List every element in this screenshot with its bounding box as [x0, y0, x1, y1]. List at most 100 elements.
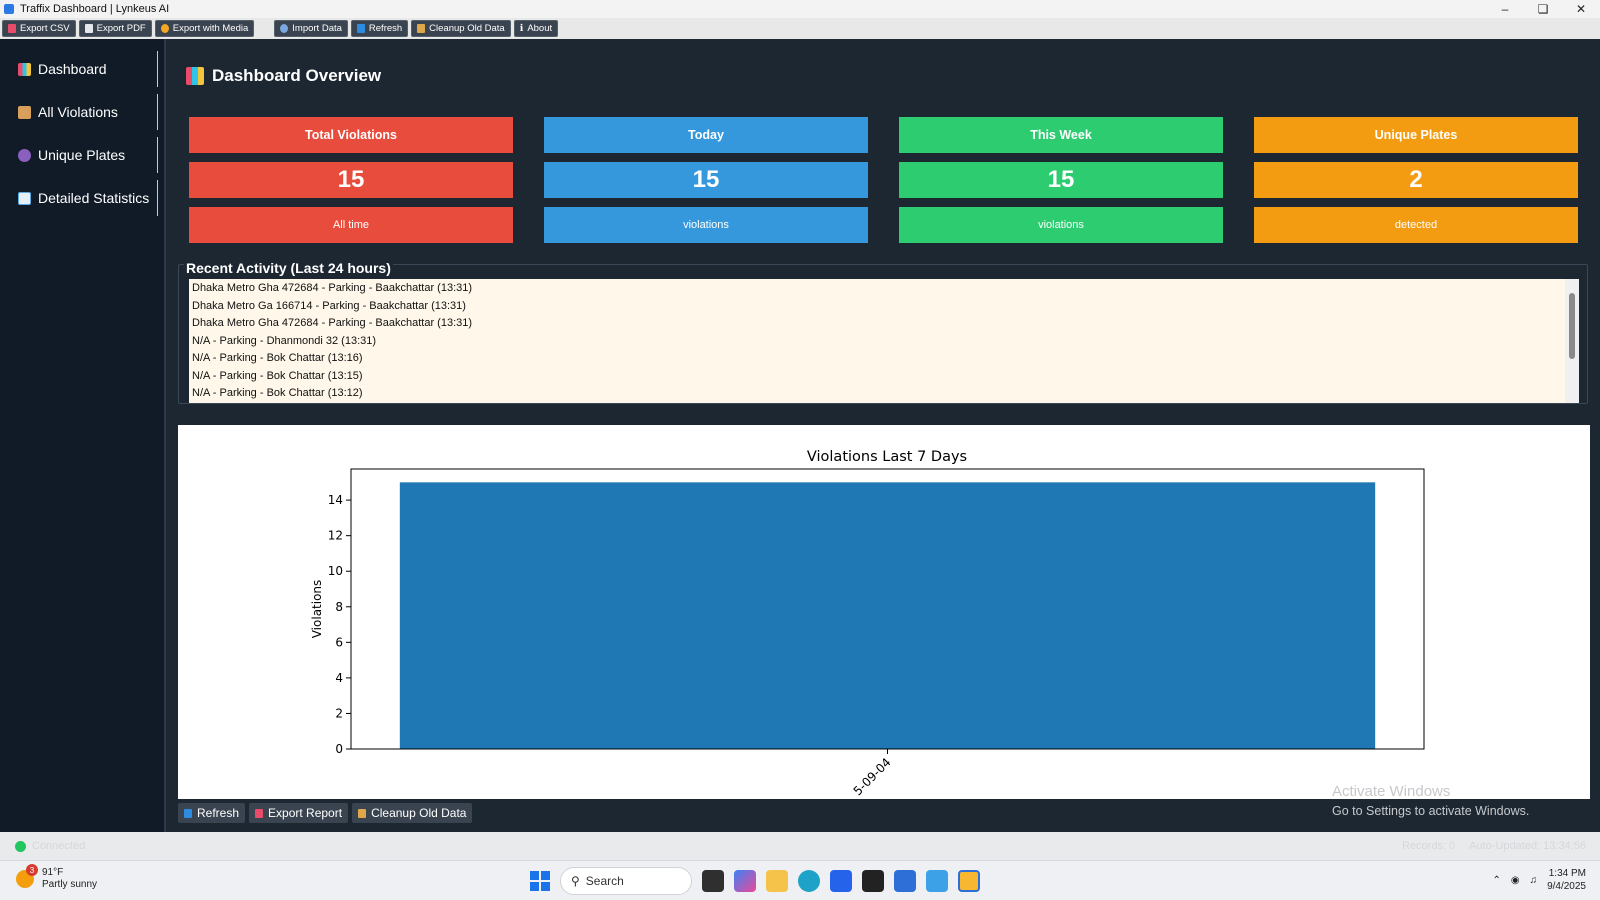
- import-icon: [280, 24, 289, 33]
- status-right: Records: 0 Auto-Updated: 13:34:56: [1402, 840, 1586, 852]
- cleanup-button[interactable]: Cleanup Old Data: [352, 803, 473, 823]
- y-axis-label: Violations: [310, 580, 324, 639]
- refresh-icon: [184, 808, 192, 818]
- y-tick-label: 12: [328, 529, 343, 543]
- sidebar-item-detailed-statistics[interactable]: Detailed Statistics: [10, 180, 158, 216]
- export-csv-label: Export CSV: [20, 23, 70, 34]
- windows-start-icon[interactable]: [530, 871, 550, 891]
- y-tick-label: 4: [335, 671, 343, 685]
- task-view-icon[interactable]: [702, 870, 724, 892]
- main-toolbar: Export CSV Export PDF Export with Media …: [0, 18, 1600, 39]
- cleanup-button[interactable]: Cleanup Old Data: [411, 20, 511, 37]
- weather-text: 91°F Partly sunny: [42, 867, 97, 891]
- list-item[interactable]: Dhaka Metro Gha 472684 - Parking - Baakc…: [192, 315, 1562, 333]
- export-media-button[interactable]: Export with Media: [154, 20, 255, 37]
- activate-windows-hint: Go to Settings to activate Windows.: [1332, 804, 1530, 818]
- card-subtitle: violations: [899, 207, 1223, 243]
- copilot-icon[interactable]: [734, 870, 756, 892]
- minimize-icon[interactable]: –: [1486, 0, 1524, 18]
- activity-scrollbar[interactable]: [1565, 279, 1579, 403]
- page-title-text: Dashboard Overview: [212, 66, 382, 85]
- close-icon[interactable]: ✕: [1562, 0, 1600, 18]
- taskbar: 3 91°F Partly sunny ⚲ Search ⌃ ◉ ♫ 1:34 …: [0, 860, 1600, 900]
- sidebar-item-label: Dashboard: [38, 61, 107, 77]
- y-tick-label: 6: [335, 635, 343, 649]
- info-icon: ℹ: [519, 23, 524, 34]
- card-unique-plates: Unique Plates 2 detected: [1254, 117, 1578, 252]
- sun-icon: 3: [16, 864, 38, 888]
- card-today: Today 15 violations: [544, 117, 868, 252]
- sidebar-item-unique-plates[interactable]: Unique Plates: [10, 137, 158, 173]
- network-icon[interactable]: ◉: [1511, 875, 1520, 886]
- import-data-button[interactable]: Import Data: [274, 20, 348, 37]
- maximize-icon[interactable]: ❏: [1524, 0, 1562, 18]
- clock-date: 9/4/2025: [1547, 881, 1586, 892]
- list-item[interactable]: N/A - Parking - Bok Chattar (13:16): [192, 350, 1562, 368]
- last-updated: Auto-Updated: 13:34:56: [1469, 840, 1586, 852]
- card-value: 15: [544, 162, 868, 198]
- y-tick-label: 2: [335, 706, 343, 720]
- list-item[interactable]: N/A - Parking - Dhanmondi 32 (13:31): [192, 333, 1562, 351]
- card-label: Unique Plates: [1254, 117, 1578, 153]
- broom-icon: [417, 24, 426, 33]
- search-icon: ⚲: [571, 874, 580, 888]
- notepad-icon[interactable]: [894, 870, 916, 892]
- remote-desktop-icon[interactable]: [926, 870, 948, 892]
- sidebar-item-all-violations[interactable]: All Violations: [10, 94, 158, 130]
- x-tick-label: 5-09-04: [851, 755, 894, 798]
- list-item[interactable]: Dhaka Metro Gha 472684 - Parking - Baakc…: [192, 280, 1562, 298]
- taskbar-apps: ⚲ Search: [530, 867, 980, 895]
- chart-icon: [18, 191, 31, 205]
- sidebar: Dashboard All Violations Unique Plates D…: [0, 39, 166, 832]
- search-placeholder: Search: [585, 874, 624, 888]
- refresh-button[interactable]: Refresh: [350, 20, 409, 37]
- refresh-label: Refresh: [197, 806, 240, 820]
- list-item[interactable]: N/A - Parking - Bok Chattar (13:12): [192, 385, 1562, 403]
- store-icon[interactable]: [830, 870, 852, 892]
- chart-title: Violations Last 7 Days: [807, 449, 967, 465]
- y-tick-label: 0: [335, 742, 343, 756]
- export-pdf-button[interactable]: Export PDF: [78, 20, 152, 37]
- edge-icon[interactable]: [798, 870, 820, 892]
- y-tick-label: 8: [335, 600, 343, 614]
- export-media-label: Export with Media: [172, 23, 249, 34]
- volume-icon[interactable]: ♫: [1530, 875, 1538, 886]
- broom-icon: [358, 808, 367, 818]
- recent-activity-list[interactable]: Dhaka Metro Gha 472684 - Parking - Baakc…: [189, 279, 1565, 403]
- title-bar: Traffix Dashboard | Lynkeus AI – ❏ ✕: [0, 0, 1600, 18]
- card-label: Today: [544, 117, 868, 153]
- clipboard-icon: [18, 105, 31, 119]
- export-report-button[interactable]: Export Report: [249, 803, 349, 823]
- app-icon: [4, 4, 14, 14]
- window-controls: – ❏ ✕: [1486, 0, 1600, 18]
- card-subtitle: detected: [1254, 207, 1578, 243]
- chart-icon: [255, 808, 264, 818]
- refresh-button[interactable]: Refresh: [178, 803, 246, 823]
- scrollbar-thumb[interactable]: [1569, 293, 1575, 359]
- card-this-week: This Week 15 violations: [899, 117, 1223, 252]
- file-explorer-icon[interactable]: [766, 870, 788, 892]
- sidebar-item-dashboard[interactable]: Dashboard: [10, 51, 158, 87]
- weather-widget[interactable]: 3 91°F Partly sunny: [16, 864, 97, 891]
- card-subtitle: All time: [189, 207, 513, 243]
- export-pdf-label: Export PDF: [96, 23, 146, 34]
- terminal-icon[interactable]: [862, 870, 884, 892]
- cleanup-label: Cleanup Old Data: [429, 23, 505, 34]
- document-icon: [84, 24, 93, 33]
- recent-activity-title: Recent Activity (Last 24 hours): [184, 260, 393, 276]
- chart-panel: 5-09-04 0 2 4 6 8 10 12 14 Violations Last 7 Days…: [178, 425, 1590, 799]
- chevron-up-icon[interactable]: ⌃: [1492, 875, 1500, 886]
- export-csv-button[interactable]: Export CSV: [2, 20, 76, 37]
- card-subtitle: violations: [544, 207, 868, 243]
- clock[interactable]: 1:34 PM 9/4/2025: [1547, 867, 1586, 893]
- sidebar-item-label: Unique Plates: [38, 147, 126, 163]
- activate-windows-watermark: Activate Windows: [1332, 783, 1451, 800]
- dashboard-icon: [186, 67, 204, 85]
- taskbar-search[interactable]: ⚲ Search: [560, 867, 692, 895]
- list-item[interactable]: N/A - Parking - Bok Chattar (13:15): [192, 368, 1562, 386]
- y-tick-label: 10: [328, 564, 343, 578]
- python-app-icon[interactable]: [958, 870, 980, 892]
- list-item[interactable]: Dhaka Metro Ga 166714 - Parking - Baakch…: [192, 298, 1562, 316]
- about-button[interactable]: ℹ About: [513, 20, 559, 37]
- sidebar-item-label: Detailed Statistics: [38, 190, 150, 206]
